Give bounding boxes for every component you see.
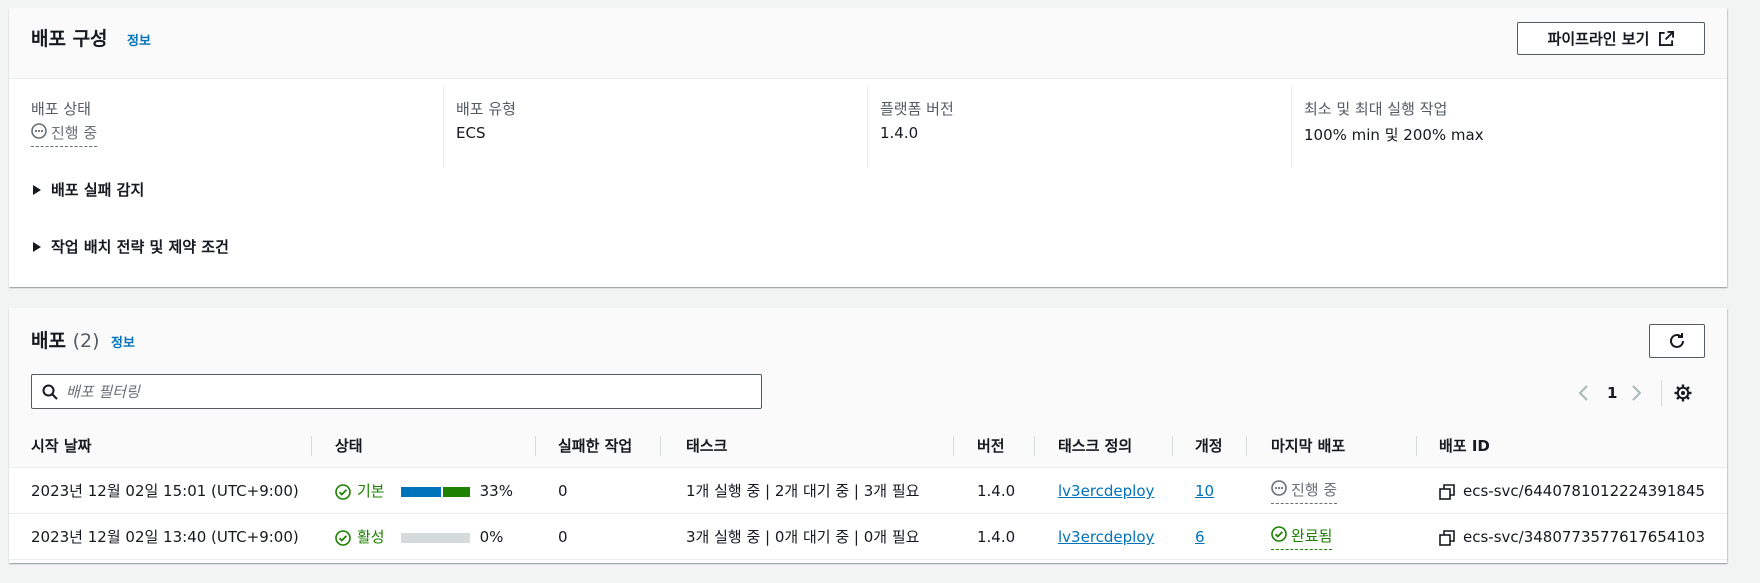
table-row: 2023년 12월 02일 13:40 (UTC+9:00) 활성 0% 0 3… (9, 515, 1727, 560)
expander-failure-detection[interactable]: 배포 실패 감지 (33, 179, 144, 200)
chevron-left-icon[interactable] (1577, 384, 1597, 402)
page-number[interactable]: 1 (1607, 384, 1617, 402)
last-deployment-cell: 진행 중 (1271, 479, 1338, 504)
progress-percent: 0% (479, 528, 504, 546)
deployment-count: (2) (72, 330, 100, 352)
deployment-id-cell: ecs-svc/6440781012224391845 (1439, 469, 1705, 514)
deploy-status-label: 배포 상태 (31, 100, 91, 118)
revision-link[interactable]: 10 (1195, 482, 1214, 500)
external-link-icon (1659, 31, 1675, 46)
progress-percent: 33% (479, 482, 513, 500)
pager-divider (1661, 380, 1663, 406)
success-check-icon (335, 483, 351, 500)
panel-title: 배포 구성 (31, 28, 108, 50)
pagination: 1 (1577, 380, 1692, 406)
col-start-date[interactable]: 시작 날짜 (31, 424, 91, 468)
col-status[interactable]: 상태 (335, 424, 363, 468)
table-row: 2023년 12월 02일 15:01 (UTC+9:00) 기본 33% 0 … (9, 469, 1727, 514)
deployment-config-panel: 배포 구성 정보 파이프라인 보기 배포 상태 진행 중 배포 유형 ECS 플… (9, 8, 1727, 287)
progress-fill-green (442, 486, 470, 497)
start-date-cell: 2023년 12월 02일 15:01 (UTC+9:00) (31, 482, 299, 500)
min-max-tasks-value: 100% min 및 200% max (1304, 126, 1484, 144)
view-pipeline-button[interactable]: 파이프라인 보기 (1517, 22, 1705, 55)
tasks-cell: 1개 실행 중 | 2개 대기 중 | 3개 필요 (686, 482, 920, 500)
deploy-type-value: ECS (456, 124, 486, 142)
caret-right-icon (33, 184, 41, 195)
col-deployment-id[interactable]: 배포 ID (1439, 424, 1490, 468)
version-cell: 1.4.0 (977, 482, 1016, 500)
column-divider (443, 86, 444, 168)
task-definition-cell: lv3ercdeploy (1058, 469, 1154, 514)
success-check-icon (335, 529, 351, 546)
search-icon (42, 384, 58, 400)
version-cell: 1.4.0 (977, 528, 1016, 546)
failed-tasks-cell: 0 (558, 528, 568, 546)
refresh-icon (1668, 332, 1686, 350)
gear-icon[interactable] (1674, 384, 1692, 402)
last-deployment-cell: 완료됨 (1271, 525, 1333, 550)
in-progress-icon (1271, 479, 1287, 500)
deploy-status-value: 진행 중 (31, 122, 98, 147)
platform-version-label: 플랫폼 버전 (880, 100, 954, 118)
col-version[interactable]: 버전 (977, 424, 1005, 468)
filter-search[interactable] (31, 374, 762, 409)
table-header: 시작 날짜 상태 실패한 작업 태스크 버전 태스크 정의 개정 마지막 배포 … (9, 424, 1727, 468)
col-revision[interactable]: 개정 (1195, 424, 1223, 468)
platform-version-value: 1.4.0 (880, 124, 919, 142)
panel-title: 배포 (2) (31, 330, 100, 352)
revision-cell: 10 (1195, 469, 1214, 514)
task-definition-link[interactable]: lv3ercdeploy (1058, 528, 1154, 546)
caret-right-icon (33, 241, 41, 252)
copy-icon[interactable] (1439, 529, 1455, 546)
search-input[interactable] (66, 382, 746, 401)
col-failed-tasks[interactable]: 실패한 작업 (558, 424, 632, 468)
status-cell: 활성 0% (335, 515, 503, 560)
column-divider (867, 86, 868, 168)
info-link[interactable]: 정보 (127, 30, 151, 49)
view-pipeline-label: 파이프라인 보기 (1547, 30, 1650, 48)
chevron-right-icon[interactable] (1631, 384, 1651, 402)
task-definition-cell: lv3ercdeploy (1058, 515, 1154, 560)
in-progress-icon (31, 122, 47, 143)
info-link[interactable]: 정보 (111, 332, 135, 351)
col-task-definition[interactable]: 태스크 정의 (1058, 424, 1132, 468)
status-cell: 기본 33% (335, 469, 513, 514)
progress-fill-blue (400, 486, 441, 497)
deployments-panel: 배포 (2) 정보 1 (9, 308, 1727, 563)
success-check-icon (1271, 525, 1287, 546)
copy-icon[interactable] (1439, 483, 1455, 500)
failed-tasks-cell: 0 (558, 482, 568, 500)
min-max-tasks-label: 최소 및 최대 실행 작업 (1304, 100, 1448, 118)
start-date-cell: 2023년 12월 02일 13:40 (UTC+9:00) (31, 528, 299, 546)
panel-header: 배포 구성 정보 파이프라인 보기 (9, 8, 1727, 79)
col-tasks[interactable]: 태스크 (686, 424, 727, 468)
progress-bar (400, 532, 470, 543)
deployment-id-cell: ecs-svc/3480773577617654103 (1439, 515, 1705, 560)
deploy-type-label: 배포 유형 (456, 100, 516, 118)
revision-cell: 6 (1195, 515, 1205, 560)
revision-link[interactable]: 6 (1195, 528, 1205, 546)
col-last-deployment[interactable]: 마지막 배포 (1271, 424, 1345, 468)
refresh-button[interactable] (1649, 324, 1705, 358)
task-definition-link[interactable]: lv3ercdeploy (1058, 482, 1154, 500)
expander-placement-strategy[interactable]: 작업 배치 전략 및 제약 조건 (33, 236, 229, 257)
tasks-cell: 3개 실행 중 | 0개 대기 중 | 0개 필요 (686, 528, 920, 546)
column-divider (1291, 86, 1292, 168)
progress-bar (400, 486, 470, 497)
